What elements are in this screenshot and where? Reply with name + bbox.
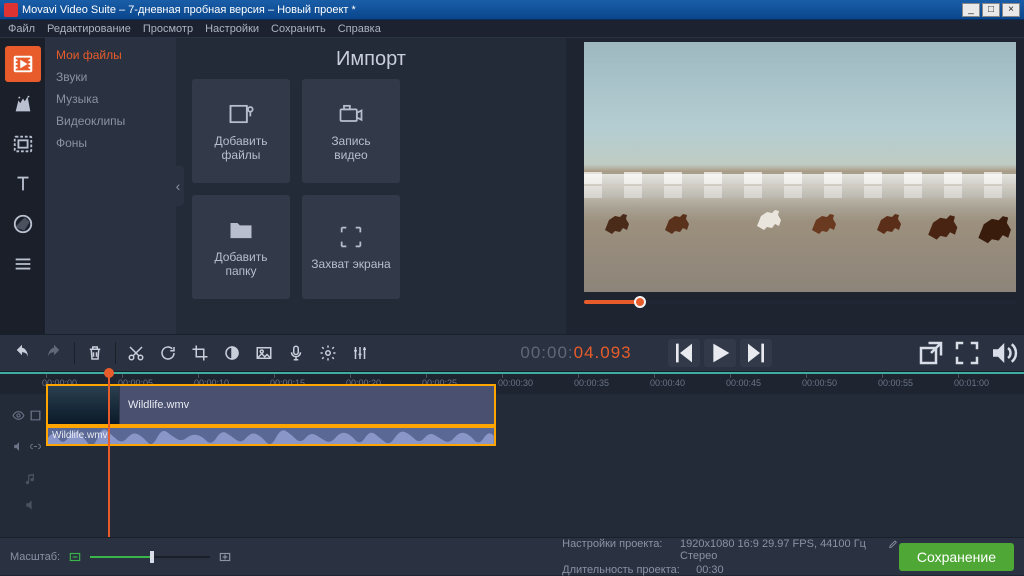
left-tool-strip <box>0 38 46 334</box>
maximize-button[interactable]: □ <box>982 3 1000 17</box>
proj-duration-label: Длительность проекта: <box>562 564 692 576</box>
mic-button[interactable] <box>280 337 312 369</box>
playback-controls <box>668 339 772 367</box>
sidebar-backgrounds[interactable]: Фоны <box>46 132 176 154</box>
audio-clip[interactable]: Wildlife.wmv <box>46 426 496 446</box>
app-icon <box>4 3 18 17</box>
video-clip[interactable]: Wildlife.wmv <box>46 384 496 426</box>
tile-add-folder[interactable]: Добавить папку <box>192 195 290 299</box>
cut-button[interactable] <box>120 337 152 369</box>
editor-toolbar: 00:00:04.093 <box>0 334 1024 372</box>
prev-button[interactable] <box>668 339 700 367</box>
menu-file[interactable]: Файл <box>8 23 35 35</box>
zoom-label: Масштаб: <box>10 551 60 563</box>
timeline: 00:00:0000:00:0500:00:1000:00:1500:00:20… <box>0 372 1024 537</box>
status-bar: Масштаб: Настройки проекта: 1920x1080 16… <box>0 537 1024 575</box>
zoom-slider[interactable] <box>90 556 210 558</box>
sidebar-sounds[interactable]: Звуки <box>46 66 176 88</box>
preview-panel <box>566 38 1024 334</box>
fullscreen-button[interactable] <box>952 338 982 368</box>
menubar: Файл Редактирование Просмотр Настройки С… <box>0 20 1024 38</box>
menu-save[interactable]: Сохранить <box>271 23 326 35</box>
save-button[interactable]: Сохранение <box>899 543 1014 571</box>
sound-track-head <box>0 492 46 518</box>
sidebar-videoclips[interactable]: Видеоклипы <box>46 110 176 132</box>
eye-icon[interactable] <box>12 409 25 422</box>
menu-settings[interactable]: Настройки <box>205 23 259 35</box>
timecode-red: 04.093 <box>574 343 632 362</box>
preview-progress[interactable] <box>584 300 1016 304</box>
tool-import[interactable] <box>5 46 41 82</box>
video-track-head <box>0 394 46 436</box>
crop-button[interactable] <box>184 337 216 369</box>
color-button[interactable] <box>216 337 248 369</box>
window-titlebar: Movavi Video Suite – 7-дневная пробная в… <box>0 0 1024 20</box>
menu-edit[interactable]: Редактирование <box>47 23 131 35</box>
link-icon <box>29 440 42 453</box>
note-icon <box>24 472 38 486</box>
import-panel: Мои файлы Звуки Музыка Видеоклипы Фоны ‹… <box>46 38 566 334</box>
speaker2-icon <box>24 498 38 512</box>
menu-view[interactable]: Просмотр <box>143 23 193 35</box>
tile-record-video[interactable]: Запись видео <box>302 79 400 183</box>
picture-button[interactable] <box>248 337 280 369</box>
tile-add-folder-label: Добавить папку <box>214 250 267 279</box>
close-button[interactable]: × <box>1002 3 1020 17</box>
audio-track-head <box>0 436 46 456</box>
redo-button[interactable] <box>38 337 70 369</box>
film-icon <box>29 409 42 422</box>
popout-button[interactable] <box>916 338 946 368</box>
zoom-out-icon[interactable] <box>68 550 82 564</box>
sidebar-my-files[interactable]: Мои файлы <box>46 44 176 66</box>
sidebar-collapse[interactable]: ‹ <box>172 166 184 206</box>
preview-video[interactable] <box>584 42 1016 292</box>
proj-settings-value: 1920x1080 16:9 29.97 FPS, 44100 Гц Стере… <box>680 538 878 562</box>
window-title: Movavi Video Suite – 7-дневная пробная в… <box>22 4 356 16</box>
edit-icon[interactable] <box>888 538 899 550</box>
tool-titles[interactable] <box>5 166 41 202</box>
audio-clip-name: Wildlife.wmv <box>52 430 108 441</box>
next-button[interactable] <box>740 339 772 367</box>
sidebar-music[interactable]: Музыка <box>46 88 176 110</box>
import-sidebar: Мои файлы Звуки Музыка Видеоклипы Фоны ‹ <box>46 38 176 334</box>
proj-settings-label: Настройки проекта: <box>562 538 676 562</box>
menu-help[interactable]: Справка <box>338 23 381 35</box>
timecode-display: 00:00:04.093 <box>520 343 631 364</box>
tool-more[interactable] <box>5 246 41 282</box>
speaker-icon[interactable] <box>12 440 25 453</box>
timecode-grey: 00:00: <box>520 343 573 362</box>
settings-button[interactable] <box>312 337 344 369</box>
delete-button[interactable] <box>79 337 111 369</box>
playhead[interactable] <box>108 374 110 537</box>
proj-duration-value: 00:30 <box>696 564 724 576</box>
tile-add-files-label: Добавить файлы <box>214 134 267 163</box>
undo-button[interactable] <box>6 337 38 369</box>
rotate-button[interactable] <box>152 337 184 369</box>
import-title: Импорт <box>192 48 550 71</box>
volume-button[interactable] <box>988 338 1018 368</box>
tile-record-video-label: Запись видео <box>331 134 370 163</box>
minimize-button[interactable]: _ <box>962 3 980 17</box>
tile-add-files[interactable]: Добавить файлы <box>192 79 290 183</box>
play-button[interactable] <box>704 339 736 367</box>
tool-filters[interactable] <box>5 86 41 122</box>
zoom-in-icon[interactable] <box>218 550 232 564</box>
equalizer-button[interactable] <box>344 337 376 369</box>
tile-capture-screen-label: Захват экрана <box>311 257 390 271</box>
tile-capture-screen[interactable]: Захват экрана <box>302 195 400 299</box>
tool-stickers[interactable] <box>5 206 41 242</box>
video-clip-name: Wildlife.wmv <box>128 399 189 411</box>
tool-transitions[interactable] <box>5 126 41 162</box>
music-track-head <box>0 466 46 492</box>
